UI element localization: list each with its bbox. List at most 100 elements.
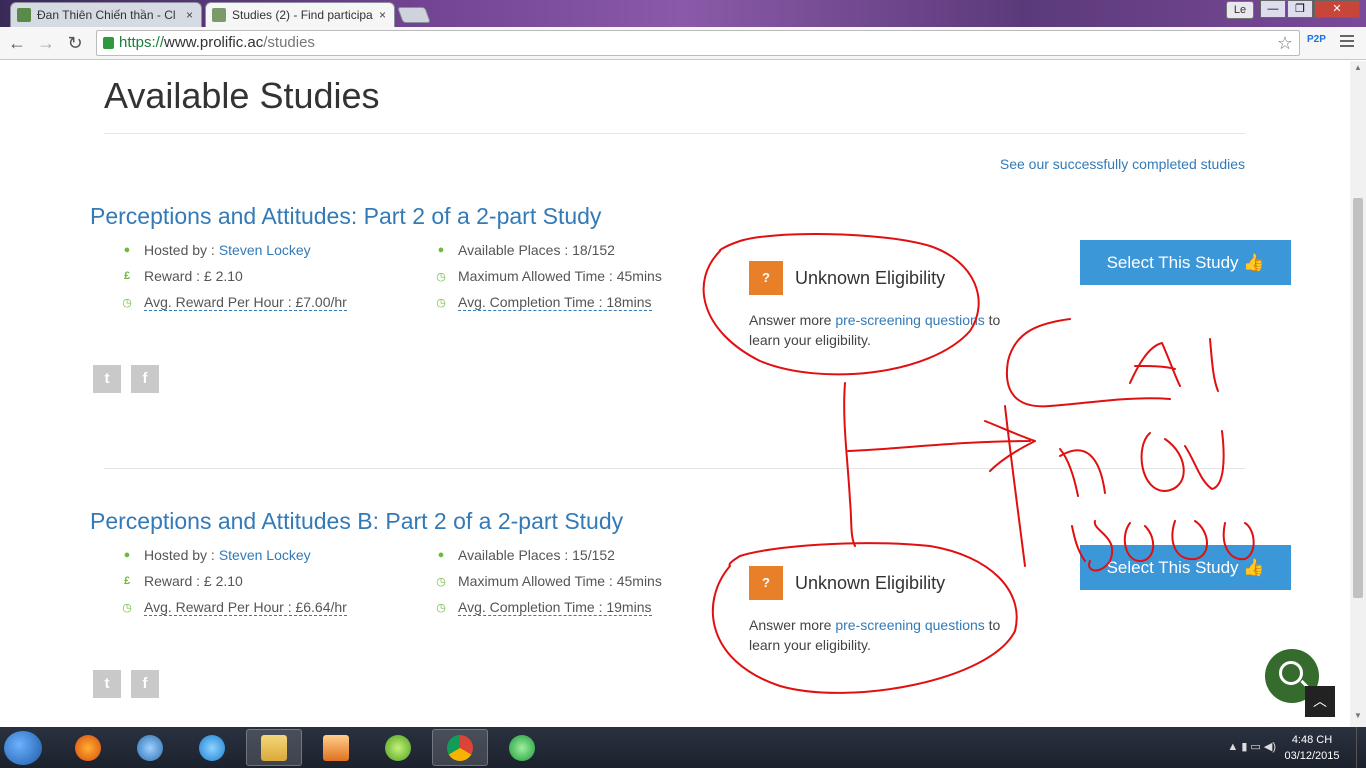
hosted-by-label: Hosted by : — [144, 242, 215, 258]
coccoc-taskbar-icon[interactable] — [370, 729, 426, 766]
pound-icon: £ — [123, 575, 131, 587]
clock-icon: ◷ — [436, 602, 446, 614]
study-places: ● Available Places : 18/152 — [434, 242, 615, 258]
clock-time: 4:48 CH — [1291, 734, 1333, 746]
select-study-button[interactable]: Select This Study 👍 — [1080, 240, 1291, 285]
back-icon[interactable]: ← — [6, 32, 28, 54]
host-link[interactable]: Steven Lockey — [219, 242, 311, 258]
annotation-arrow — [847, 420, 1036, 472]
study-reward: £ Reward : £ 2.10 — [120, 573, 243, 589]
hosted-by-label: Hosted by : — [144, 547, 215, 563]
study-max-time: ◷ Maximum Allowed Time : 45mins — [434, 268, 662, 284]
study-avg-completion: ◷ Avg. Completion Time : 19mins — [434, 599, 652, 616]
maximize-button[interactable]: ❐ — [1287, 0, 1313, 18]
tab-favicon-icon — [212, 8, 226, 22]
clock-icon: ◷ — [122, 602, 132, 614]
study-avg-completion: ◷ Avg. Completion Time : 18mins — [434, 294, 652, 311]
tab-close-icon[interactable]: × — [186, 8, 193, 22]
page-title: Available Studies — [104, 75, 380, 116]
start-button[interactable] — [4, 731, 42, 765]
app-taskbar-icon[interactable] — [122, 729, 178, 766]
clock-icon: ◷ — [436, 270, 446, 283]
study-divider — [104, 468, 1245, 469]
eligibility-text: Answer more pre-screening questions to l… — [749, 615, 1019, 655]
host-link[interactable]: Steven Lockey — [219, 547, 311, 563]
scroll-thumb[interactable] — [1353, 198, 1363, 598]
places-text: Available Places : 18/152 — [458, 242, 615, 258]
annotation-scrawl-2 — [1004, 405, 1225, 567]
annotation-ellipse-1 — [702, 233, 980, 376]
avg-completion-text: Avg. Completion Time : 18mins — [458, 294, 652, 311]
url-host: www.prolific.ac — [164, 34, 264, 51]
user-icon: ● — [437, 549, 445, 561]
browser-toolbar: ← → ↻ https://www.prolific.ac/studies ☆ — [0, 27, 1366, 60]
taskbar-clock[interactable]: 4:48 CH 03/12/2015 — [1282, 732, 1342, 764]
tab-studies[interactable]: Studies (2) - Find participa × — [205, 2, 395, 27]
url-path: /studies — [263, 34, 315, 51]
url-scheme: https:// — [119, 34, 165, 51]
twitter-share-icon[interactable]: t — [93, 670, 121, 698]
explorer-taskbar-icon[interactable] — [246, 729, 302, 766]
select-study-button[interactable]: Select This Study 👍 — [1080, 545, 1291, 590]
avg-completion-text: Avg. Completion Time : 19mins — [458, 599, 652, 616]
p2p-extension-icon[interactable]: P2P — [1307, 34, 1326, 45]
new-tab-button[interactable] — [397, 7, 431, 23]
scroll-to-top-button[interactable]: ︿ — [1305, 686, 1335, 717]
chrome-taskbar-icon[interactable] — [432, 729, 488, 766]
study-avg-reward: ◷ Avg. Reward Per Hour : £6.64/hr — [120, 599, 347, 616]
prescreening-link[interactable]: pre-screening questions — [835, 312, 984, 328]
eligibility-text: Answer more pre-screening questions to l… — [749, 310, 1019, 350]
tab-title: Đan Thiên Chiến thần - Cl — [37, 8, 176, 22]
avg-reward-text: Avg. Reward Per Hour : £7.00/hr — [144, 294, 347, 311]
completed-studies-link[interactable]: See our successfully completed studies — [1000, 156, 1245, 172]
eligibility-question-icon: ? — [749, 566, 783, 600]
clock-icon: ◷ — [436, 297, 446, 309]
ie-taskbar-icon[interactable] — [184, 729, 240, 766]
tab-dan-thien[interactable]: Đan Thiên Chiến thần - Cl × — [10, 2, 202, 27]
lock-icon — [103, 37, 114, 49]
prescreening-link[interactable]: pre-screening questions — [835, 617, 984, 633]
eligibility-pre: Answer more — [749, 617, 832, 633]
eligibility-title: Unknown Eligibility — [795, 573, 946, 593]
facebook-share-icon[interactable]: f — [131, 365, 159, 393]
reload-icon[interactable]: ↻ — [64, 32, 86, 54]
avg-reward-text: Avg. Reward Per Hour : £6.64/hr — [144, 599, 347, 616]
tab-close-icon[interactable]: × — [379, 8, 386, 22]
bookmark-star-icon[interactable]: ☆ — [1277, 31, 1293, 55]
facebook-share-icon[interactable]: f — [131, 670, 159, 698]
minimize-button[interactable]: — — [1260, 0, 1286, 18]
show-desktop-button[interactable] — [1356, 727, 1366, 768]
annotation-scrawl-1 — [1006, 318, 1219, 408]
twitter-share-icon[interactable]: t — [93, 365, 121, 393]
user-icon: ● — [437, 244, 445, 256]
study-host: ● Hosted by : Steven Lockey — [120, 242, 311, 258]
pound-icon: £ — [123, 270, 131, 282]
page-scrollbar[interactable]: ▲ ▼ — [1350, 61, 1366, 727]
media-taskbar-icon[interactable] — [308, 729, 364, 766]
close-window-button[interactable]: ✕ — [1314, 0, 1360, 18]
scroll-up-arrow[interactable]: ▲ — [1350, 63, 1366, 77]
forward-icon[interactable]: → — [35, 32, 57, 54]
profile-button[interactable]: Le — [1226, 1, 1254, 19]
reward-text: Reward : £ 2.10 — [144, 573, 243, 589]
tab-favicon-icon — [17, 8, 31, 22]
study-title-link[interactable]: Perceptions and Attitudes: Part 2 of a 2… — [90, 203, 601, 230]
study-avg-reward: ◷ Avg. Reward Per Hour : £7.00/hr — [120, 294, 347, 311]
annotation-bracket — [843, 382, 856, 547]
page-content: Available Studies See our successfully c… — [0, 61, 1350, 727]
address-bar[interactable]: https://www.prolific.ac/studies ☆ — [96, 30, 1300, 56]
system-tray[interactable]: ▲ ▮ ▭ ◀) — [1227, 740, 1276, 753]
user-icon: ● — [123, 244, 131, 256]
study-host: ● Hosted by : Steven Lockey — [120, 547, 311, 563]
title-divider — [104, 133, 1245, 134]
max-time-text: Maximum Allowed Time : 45mins — [458, 573, 662, 589]
user-icon: ● — [123, 549, 131, 561]
clock-icon: ◷ — [436, 575, 446, 588]
clock-icon: ◷ — [122, 297, 132, 309]
scroll-down-arrow[interactable]: ▼ — [1350, 711, 1366, 725]
clock-date: 03/12/2015 — [1284, 750, 1340, 762]
app-green-taskbar-icon[interactable] — [494, 729, 550, 766]
study-title-link[interactable]: Perceptions and Attitudes B: Part 2 of a… — [90, 508, 623, 535]
menu-icon[interactable] — [1340, 35, 1354, 50]
firefox-taskbar-icon[interactable] — [60, 729, 116, 766]
